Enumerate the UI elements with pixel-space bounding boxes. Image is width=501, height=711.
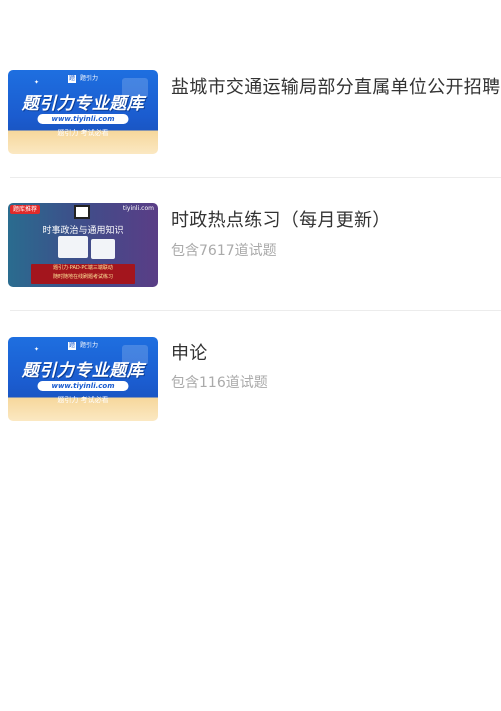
- item-title[interactable]: 时政热点练习（每月更新）: [171, 206, 391, 232]
- thumbnail-tagline: 题引力 考试必看: [57, 129, 109, 137]
- thumbnail-url: www.tiyinli.com: [37, 114, 129, 124]
- item-thumbnail[interactable]: 题库推荐 tiyinli.com 时事政治与通用知识 题引力·PAD·PC端三端…: [8, 203, 158, 287]
- device-screen-icon: [58, 236, 88, 258]
- list-item[interactable]: 题库推荐 tiyinli.com 时事政治与通用知识 题引力·PAD·PC端三端…: [0, 178, 501, 287]
- thumbnail-tagline: 题引力 考试必看: [57, 396, 109, 404]
- list-item[interactable]: ✦ 题题引力 题引力专业题库 www.tiyinli.com 题引力 考试必看 …: [0, 311, 501, 421]
- item-title[interactable]: 申论: [171, 339, 208, 365]
- device-screen-icon: [91, 239, 115, 259]
- list-item[interactable]: ✦ 题题引力 题引力专业题库 www.tiyinli.com 题引力 考试必看 …: [0, 40, 501, 154]
- thumbnail-heading: 时事政治与通用知识: [42, 226, 124, 236]
- item-title[interactable]: 盐城市交通运输局部分直属单位公开招聘: [171, 73, 500, 99]
- qr-code-icon: [74, 205, 90, 219]
- thumbnail-headline: 题引力专业题库: [21, 94, 145, 114]
- item-thumbnail[interactable]: ✦ 题题引力 题引力专业题库 www.tiyinli.com 题引力 考试必看: [8, 70, 158, 154]
- thumbnail-brand: 题题引力: [67, 74, 98, 83]
- thumbnail-site: tiyinli.com: [122, 205, 154, 212]
- item-subtitle: 包含116道试题: [171, 375, 268, 391]
- brand-logo-icon: 题: [67, 341, 76, 350]
- thumbnail-badge: 题库推荐: [10, 205, 41, 214]
- thumbnail-banner: 题引力·PAD·PC端三端联动 随时随地在线刷题考试练习: [31, 264, 135, 284]
- thumbnail-brand: 题题引力: [67, 341, 98, 350]
- brand-logo-icon: 题: [67, 74, 76, 83]
- thumbnail-url: www.tiyinli.com: [37, 381, 129, 391]
- thumbnail-headline: 题引力专业题库: [21, 361, 145, 381]
- item-subtitle: 包含7617道试题: [171, 243, 277, 259]
- item-thumbnail[interactable]: ✦ 题题引力 题引力专业题库 www.tiyinli.com 题引力 考试必看: [8, 337, 158, 421]
